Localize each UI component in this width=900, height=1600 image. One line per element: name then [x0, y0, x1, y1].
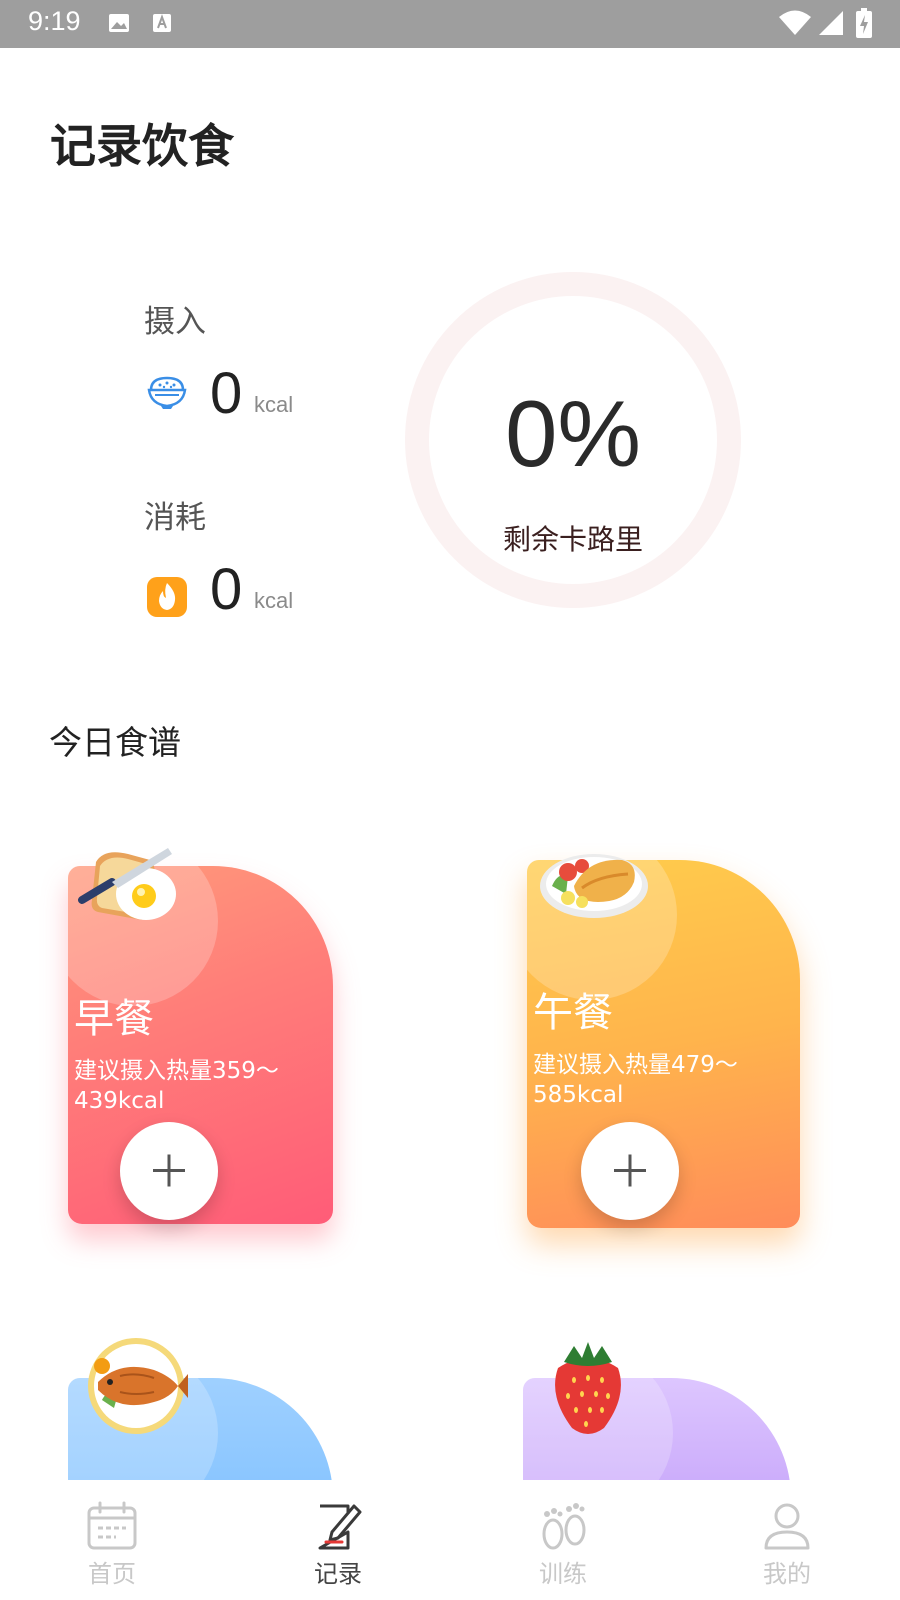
nav-profile[interactable]: 我的	[727, 1480, 847, 1600]
ring-percent: 0%	[505, 381, 641, 486]
intake-value: 0	[210, 361, 243, 426]
nav-profile-label: 我的	[763, 1560, 811, 1588]
breakfast-hint: 建议摄入热量359～439kcal	[74, 1058, 279, 1114]
edit-note-icon	[318, 1504, 362, 1550]
battery-charging-icon	[856, 8, 872, 38]
fire-icon	[147, 577, 187, 617]
nav-record-label: 记录	[314, 1560, 362, 1588]
page-title: 记录饮食	[50, 119, 234, 173]
wifi-icon	[779, 10, 811, 35]
add-breakfast-button[interactable]	[120, 1122, 218, 1220]
burn-value: 0	[210, 557, 243, 622]
strawberry-icon	[555, 1342, 621, 1434]
rice-bowl-icon	[147, 376, 187, 409]
burn-unit: kcal	[254, 588, 294, 613]
photo-icon	[109, 14, 129, 32]
bottom-nav: 首页 记录 训练 我的	[0, 1480, 900, 1600]
intake-label: 摄入	[144, 304, 206, 340]
breakfast-title: 早餐	[74, 996, 154, 1042]
ring-caption: 剩余卡路里	[502, 523, 643, 556]
lunch-title: 午餐	[533, 990, 613, 1036]
section-title: 今日食谱	[49, 723, 181, 762]
font-a-icon	[153, 14, 171, 32]
fried-egg-toast-icon	[78, 848, 176, 920]
calendar-icon	[87, 1501, 137, 1550]
nav-home[interactable]: 首页	[52, 1480, 172, 1600]
user-icon	[764, 1503, 810, 1550]
nav-training-label: 训练	[539, 1560, 587, 1588]
status-bar: 9:19	[0, 0, 900, 48]
nav-training[interactable]: 训练	[503, 1480, 623, 1600]
nav-home-label: 首页	[88, 1560, 136, 1588]
add-lunch-button[interactable]	[581, 1122, 679, 1220]
signal-icon	[819, 11, 843, 35]
status-time: 9:19	[28, 6, 81, 36]
omelette-plate-icon	[540, 854, 648, 918]
footprints-icon	[542, 1503, 586, 1550]
lunch-hint: 建议摄入热量479～585kcal	[533, 1052, 738, 1108]
nav-record[interactable]: 记录	[278, 1480, 398, 1600]
intake-unit: kcal	[254, 392, 294, 417]
burn-label: 消耗	[144, 500, 206, 536]
fish-plate-icon	[88, 1338, 188, 1434]
